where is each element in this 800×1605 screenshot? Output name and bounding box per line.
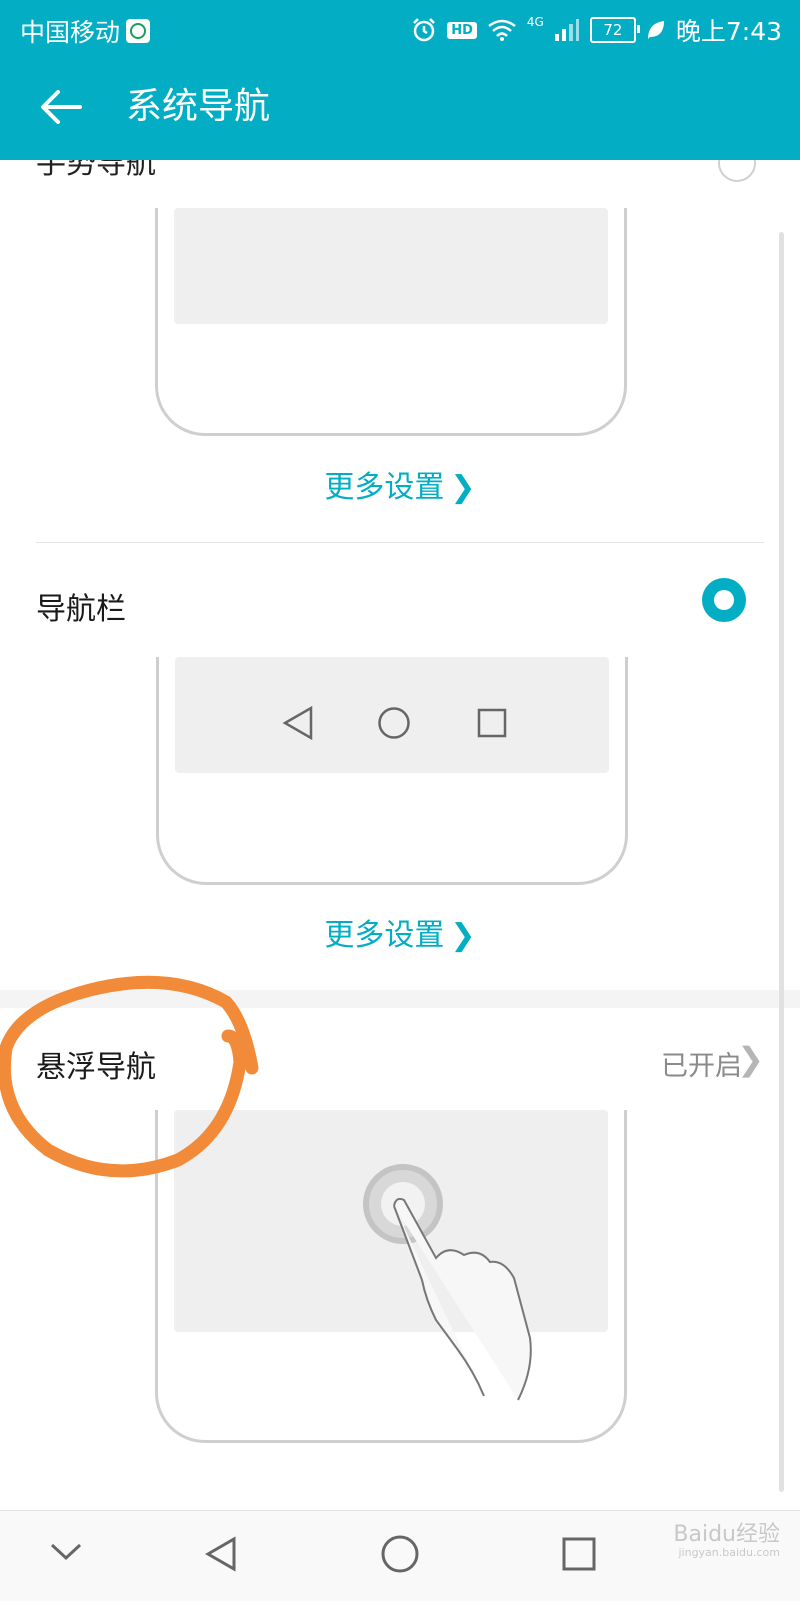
gesture-more-settings-label: 更多设置 [324, 470, 445, 505]
signal-icon [554, 19, 579, 41]
navbar-preview-icons [282, 705, 507, 741]
carrier-name: 中国移动 [20, 18, 121, 47]
page-title: 系统导航 [126, 86, 271, 127]
divider [36, 542, 764, 543]
battery-indicator: 72 [589, 17, 640, 43]
gesture-nav-title: 手势导航 [36, 160, 156, 181]
arrow-left-icon [41, 90, 82, 124]
carrier-app-icon [126, 19, 151, 43]
floating-nav-status[interactable]: 已开启 [661, 1044, 742, 1083]
back-triangle-icon [204, 1536, 236, 1572]
clock: 晚上7:43 [675, 17, 782, 46]
watermark: Baidu经验 jingyan.baidu.com [673, 1522, 780, 1560]
watermark-text: Baidu经验 [673, 1522, 780, 1547]
chevron-down-icon [50, 1543, 82, 1561]
carrier-info: 中国移动 [20, 13, 151, 49]
gesture-nav-radio[interactable] [718, 160, 756, 182]
status-bar: 中国移动 HD 4G 72 晚上7:43 [0, 0, 800, 56]
nav-back-button[interactable] [172, 1511, 272, 1601]
settings-list[interactable]: 手势导航 更多设置 ❯ 导航栏 更多设置 ❯ 悬浮导航 已开启 ❯ [0, 160, 800, 1510]
scrollbar[interactable] [779, 232, 784, 1492]
navbar-title: 导航栏 [36, 592, 126, 627]
floating-phone-illustration [155, 1110, 627, 1443]
chevron-right-icon[interactable]: ❯ [737, 1040, 764, 1078]
navbar-phone-illustration [156, 657, 628, 885]
gesture-more-settings-link[interactable]: 更多设置 ❯ [0, 462, 800, 506]
nav-home-button[interactable] [350, 1511, 450, 1601]
navbar-more-settings-link[interactable]: 更多设置 ❯ [0, 910, 800, 954]
navbar-more-settings-label: 更多设置 [324, 918, 445, 953]
status-icons: HD 4G 72 晚上7:43 [411, 12, 782, 48]
nav-hide-button[interactable] [16, 1511, 116, 1601]
floating-nav-title: 悬浮导航 [36, 1050, 156, 1085]
home-circle-icon [378, 707, 410, 739]
recents-square-icon [562, 1537, 596, 1571]
watermark-sub: jingyan.baidu.com [678, 1546, 780, 1560]
chevron-right-icon: ❯ [450, 918, 476, 953]
recents-square-icon [477, 708, 507, 738]
back-triangle-icon [282, 705, 313, 741]
back-button[interactable] [36, 82, 86, 132]
gesture-phone-illustration [155, 208, 627, 436]
system-nav-bar: Baidu经验 jingyan.baidu.com [0, 1510, 800, 1601]
finger-touch-icon [393, 1197, 532, 1401]
alarm-icon [413, 18, 436, 42]
section-separator [0, 990, 800, 1008]
app-bar: 系统导航 [0, 56, 800, 160]
chevron-right-icon: ❯ [450, 470, 476, 505]
home-circle-icon [381, 1535, 419, 1573]
network-type: 4G [526, 15, 544, 29]
navbar-phone-screen [175, 657, 609, 773]
gesture-phone-screen [174, 208, 608, 324]
floating-dock-illustration [363, 1164, 532, 1401]
leaf-icon [647, 21, 664, 39]
nav-recents-button[interactable] [528, 1511, 628, 1601]
hd-badge: HD [447, 21, 477, 39]
wifi-icon [488, 19, 516, 41]
navbar-radio-selected[interactable] [702, 578, 746, 622]
